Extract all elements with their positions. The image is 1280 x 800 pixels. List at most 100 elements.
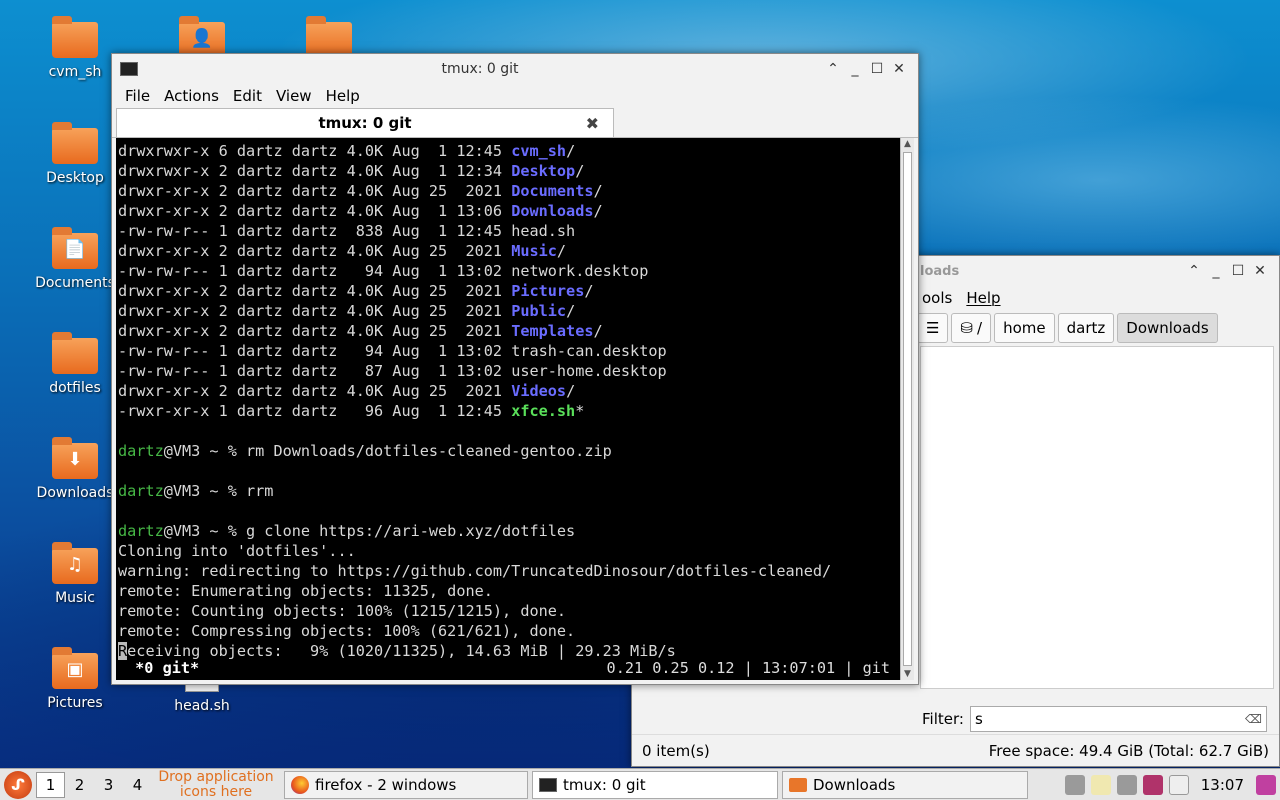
file-suffix: /: [556, 242, 567, 260]
output-line: remote: Compressing objects: 100% (621/6…: [118, 621, 898, 641]
workspace-4[interactable]: 4: [123, 776, 152, 794]
file-meta: drwxr-xr-x 2 dartz dartz 4.0K Aug 1 13:0…: [118, 202, 512, 220]
file-suffix: /: [593, 202, 603, 220]
menu-help[interactable]: Help: [326, 87, 360, 105]
task-firefox[interactable]: firefox - 2 windows: [284, 770, 528, 799]
terminal-icon: [539, 777, 557, 792]
task-terminal[interactable]: tmux: 0 git: [532, 770, 778, 799]
file-meta: drwxr-xr-x 2 dartz dartz 4.0K Aug 25 202…: [118, 322, 512, 340]
menu-file[interactable]: File: [125, 87, 150, 105]
listing-row: -rw-rw-r-- 1 dartz dartz 87 Aug 1 13:02 …: [118, 361, 898, 381]
terminal-tab[interactable]: tmux: 0 git ✖: [116, 108, 614, 137]
task-label: firefox - 2 windows: [315, 775, 457, 794]
menu-help[interactable]: Help: [966, 289, 1000, 307]
toggle-path-icon[interactable]: ☰: [917, 313, 949, 343]
maximize-icon[interactable]: ☐: [866, 61, 888, 77]
listing-row: drwxr-xr-x 2 dartz dartz 4.0K Aug 25 202…: [118, 301, 898, 321]
file-suffix: /: [566, 302, 576, 320]
file-meta: -rw-rw-r-- 1 dartz dartz 94 Aug 1 13:02: [118, 262, 512, 280]
power-icon[interactable]: [1256, 774, 1276, 795]
task-label: Downloads: [813, 775, 896, 794]
command-text: g clone https://ari-web.xyz/dotfiles: [246, 522, 576, 540]
screenshot-icon[interactable]: [1142, 774, 1163, 795]
file-suffix: *: [575, 402, 585, 420]
output-text: remote: Enumerating objects: 11325, done…: [118, 582, 493, 600]
clipboard-icon[interactable]: [1090, 774, 1111, 795]
minimize-icon[interactable]: ⌃: [1183, 263, 1205, 279]
tmux-statusline: *0 git* 0.21 0.25 0.12 | 13:07:01 | git: [118, 658, 898, 678]
file-name: Pictures: [511, 282, 585, 300]
output-line: Cloning into 'dotfiles'...: [118, 541, 898, 561]
file-list-view[interactable]: [920, 346, 1274, 689]
menu-edit[interactable]: Edit: [233, 87, 262, 105]
scroll-down-icon[interactable]: ▼: [901, 668, 914, 680]
minimize-button-icon[interactable]: _: [1205, 263, 1227, 279]
free-space: Free space: 49.4 GiB (Total: 62.7 GiB): [988, 741, 1269, 760]
terminal-output[interactable]: drwxrwxr-x 6 dartz dartz 4.0K Aug 1 12:4…: [116, 138, 900, 680]
listing-row: -rw-rw-r-- 1 dartz dartz 94 Aug 1 13:02 …: [118, 341, 898, 361]
clear-icon[interactable]: ⌫: [1245, 712, 1262, 726]
file-name: Public: [511, 302, 567, 320]
file-name: Videos: [511, 382, 567, 400]
fm-statusbar: 0 item(s) Free space: 49.4 GiB (Total: 6…: [632, 734, 1279, 766]
workspace-3[interactable]: 3: [94, 776, 123, 794]
minimize-icon[interactable]: _: [844, 61, 866, 77]
launcher-drop-zone[interactable]: Drop application icons here: [152, 769, 280, 800]
scroll-thumb[interactable]: [903, 152, 912, 666]
terminal-titlebar[interactable]: tmux: 0 git ⌃ _ ☐ ✕: [112, 54, 918, 84]
desktop-icon-label: head.sh: [174, 698, 230, 714]
path-downloads-button[interactable]: Downloads: [1117, 313, 1218, 343]
file-name: Templates: [511, 322, 594, 340]
filter-input[interactable]: s ⌫: [969, 706, 1267, 732]
app-menu-icon[interactable]: ᔑ: [4, 770, 32, 799]
clock[interactable]: 13:07: [1201, 776, 1244, 794]
prompt-host: @VM3 ~ %: [163, 442, 247, 460]
tab-close-icon[interactable]: ✖: [586, 114, 599, 133]
output-line: warning: redirecting to https://github.c…: [118, 561, 898, 581]
terminal-window[interactable]: tmux: 0 git ⌃ _ ☐ ✕ File Actions Edit Vi…: [111, 53, 919, 685]
filter-value: s: [974, 710, 983, 728]
menu-view[interactable]: View: [276, 87, 312, 105]
music-folder-icon: ♫: [52, 542, 98, 584]
prompt-line: dartz@VM3 ~ % g clone https://ari-web.xy…: [118, 521, 898, 541]
workspace-1[interactable]: 1: [36, 771, 65, 798]
task-downloads[interactable]: Downloads: [782, 770, 1028, 799]
command-text: rm Downloads/dotfiles-cleaned-gentoo.zip: [246, 442, 612, 460]
path-dartz-button[interactable]: dartz: [1057, 313, 1115, 343]
file-meta: -rw-rw-r-- 1 dartz dartz 94 Aug 1 13:02: [118, 342, 512, 360]
file-suffix: /: [593, 322, 603, 340]
prompt-line: dartz@VM3 ~ % rm Downloads/dotfiles-clea…: [118, 441, 898, 461]
scroll-up-icon[interactable]: ▲: [901, 138, 914, 150]
file-name: head.sh: [511, 222, 576, 240]
shade-icon[interactable]: ⌃: [822, 61, 844, 77]
terminal-menubar: File Actions Edit View Help: [112, 84, 918, 108]
close-icon[interactable]: ✕: [1249, 263, 1271, 279]
output-text: warning: redirecting to https://github.c…: [118, 562, 832, 580]
file-name: Desktop: [511, 162, 576, 180]
listing-row: drwxr-xr-x 2 dartz dartz 4.0K Aug 25 202…: [118, 281, 898, 301]
folder-icon: [52, 16, 98, 58]
command-text: rrm: [246, 482, 274, 500]
update-icon[interactable]: [1116, 774, 1137, 795]
path-home-button[interactable]: home: [994, 313, 1055, 343]
network-icon[interactable]: [1064, 774, 1085, 795]
file-name: network.desktop: [511, 262, 649, 280]
output-text: remote: Counting objects: 100% (1215/121…: [118, 602, 567, 620]
scrollbar[interactable]: ▲ ▼: [900, 138, 914, 680]
firefox-icon: [291, 775, 309, 794]
path-root-button[interactable]: ⛁ /: [951, 313, 992, 343]
close-icon[interactable]: ✕: [888, 61, 910, 77]
maximize-icon[interactable]: ☐: [1227, 263, 1249, 279]
task-label: tmux: 0 git: [563, 775, 646, 794]
notes-icon[interactable]: [1168, 774, 1189, 795]
menu-actions[interactable]: Actions: [164, 87, 219, 105]
listing-row: -rw-rw-r-- 1 dartz dartz 838 Aug 1 12:45…: [118, 221, 898, 241]
file-meta: -rw-rw-r-- 1 dartz dartz 87 Aug 1 13:02: [118, 362, 512, 380]
documents-folder-icon: 📄: [52, 227, 98, 269]
tab-label: tmux: 0 git: [318, 114, 412, 132]
file-name: xfce.sh: [511, 402, 576, 420]
filter-label: Filter:: [922, 710, 964, 728]
menu-tools[interactable]: ools: [922, 289, 952, 307]
workspace-2[interactable]: 2: [65, 776, 94, 794]
